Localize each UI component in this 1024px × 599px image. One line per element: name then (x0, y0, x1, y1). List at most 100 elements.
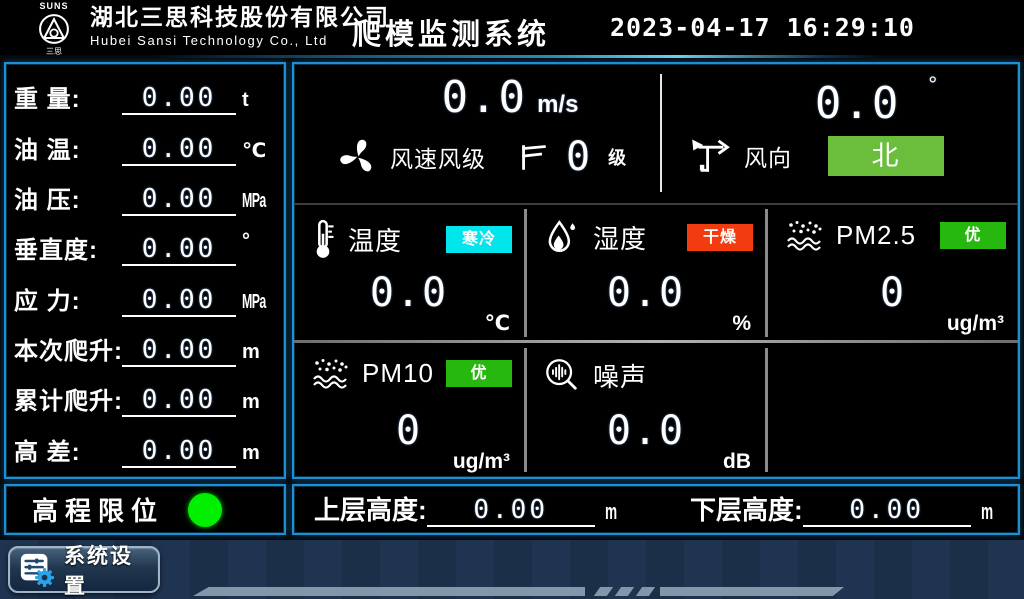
wind-section-divider (660, 74, 662, 192)
row-label: 高 差: (14, 432, 122, 470)
upper-height-unit: m (605, 499, 617, 529)
heights-box: 上层高度: 0.00 m 下层高度: 0.00 m (292, 484, 1020, 535)
sensor-status-badge: 干燥 (687, 224, 753, 251)
page-title: 爬模监测系统 (352, 11, 550, 53)
measurement-row-current-climb: 本次爬升: 0.00 m (14, 321, 276, 369)
particles-icon (784, 218, 824, 252)
wind-level-value: 0 (566, 134, 592, 180)
wind-level-unit: 级 (608, 144, 626, 170)
thermometer-icon (310, 218, 336, 260)
row-label: 油 温: (14, 130, 122, 168)
row-value: 0.00 (122, 83, 236, 115)
company-name: 湖北三思科技股份有限公司 Hubei Sansi Technology Co.,… (90, 5, 390, 48)
row-value: 0.00 (122, 234, 236, 266)
row-label: 垂直度: (14, 230, 122, 268)
company-logo: SUNS 三思 (24, 0, 84, 56)
row-value: 0.00 (122, 134, 236, 166)
elevation-limit-label: 高程限位 (6, 491, 164, 528)
measurement-row-oil-pressure: 油 压: 0.00 MPa (14, 170, 276, 218)
row-unit: MPa (242, 190, 266, 213)
sensor-cell-humidity: 湿度 干燥 0.0 % (527, 204, 765, 340)
system-settings-button[interactable]: 系统设置 (8, 546, 160, 593)
sensor-unit: ug/m³ (453, 450, 510, 474)
lower-height-group: 下层高度: 0.00 m (656, 490, 1000, 529)
logo-bottom-text: 三思 (24, 48, 84, 56)
row-unit: ℃ (242, 138, 276, 168)
footer-stripe-slash (636, 587, 655, 596)
company-name-cn: 湖北三思科技股份有限公司 (90, 5, 390, 30)
settings-gear-icon (19, 552, 55, 588)
row-value: 0.00 (122, 184, 236, 216)
sensor-label: 湿度 (593, 219, 647, 256)
datetime-display: 2023-04-17 16:29:10 (610, 13, 915, 42)
sensor-status-badge: 优 (446, 360, 512, 387)
sensor-cell-noise: 噪声 0.0 dB (527, 342, 765, 478)
wind-direction-number: 0.0 (815, 78, 900, 129)
wind-direction-badge: 北 (828, 136, 944, 176)
row-label: 累计爬升: (14, 381, 122, 419)
row-label: 油 压: (14, 180, 122, 218)
sensor-value: 0 (294, 408, 524, 454)
sansi-logo-icon (24, 11, 84, 47)
measurement-row-weight: 重 量: 0.00 t (14, 69, 276, 117)
wind-speed-value: 0.0m/s (360, 72, 660, 123)
row-unit: ° (242, 236, 276, 268)
sensor-value: 0.0 (527, 408, 765, 454)
row-value: 0.00 (122, 385, 236, 417)
header-divider (150, 55, 880, 58)
wind-direction-unit: ° (928, 72, 939, 97)
lower-height-value: 0.00 (803, 495, 971, 527)
sensor-unit: ℃ (485, 311, 510, 336)
row-value: 0.00 (122, 335, 236, 367)
row-label: 应 力: (14, 281, 122, 319)
row-unit: m (242, 391, 276, 419)
sensor-label: PM2.5 (836, 220, 916, 251)
wind-level-icon (516, 140, 550, 174)
row-unit: m (242, 442, 276, 470)
footer-stripe-slash (594, 587, 613, 596)
wind-direction-row: 风向 北 (690, 136, 944, 176)
wind-speed-label: 风速风级 (390, 140, 486, 174)
sensor-value: 0.0 (527, 270, 765, 316)
sensor-status-badge: 优 (940, 222, 1006, 249)
footer-stripe (660, 587, 844, 596)
settings-button-label: 系统设置 (64, 540, 149, 599)
sensor-cell-empty (768, 342, 1018, 478)
wind-direction-value: 0.0 ° (762, 72, 992, 129)
footer-stripe-slash (615, 587, 634, 596)
row-label: 重 量: (14, 79, 122, 117)
humidity-drop-icon (543, 218, 581, 256)
fan-icon (336, 135, 380, 179)
sensor-label: 噪声 (593, 357, 647, 394)
upper-height-value: 0.00 (427, 495, 595, 527)
wind-vane-icon (690, 136, 734, 176)
footer-stripe (193, 587, 585, 596)
noise-icon (543, 356, 581, 394)
row-unit: t (242, 89, 276, 117)
row-label: 本次爬升: (14, 331, 122, 369)
measurement-row-total-climb: 累计爬升: 0.00 m (14, 371, 276, 419)
row-unit: MPa (242, 291, 266, 314)
measurement-panel: 重 量: 0.00 t 油 温: 0.00 ℃ 油 压: 0.00 MPa 垂直… (4, 62, 286, 479)
sensor-cell-temperature: 温度 寒冷 0.0 ℃ (294, 204, 524, 340)
sensor-cell-pm10: PM10 优 0 ug/m³ (294, 342, 524, 478)
company-name-en: Hubei Sansi Technology Co., Ltd (90, 33, 390, 48)
lower-height-label: 下层高度: (690, 490, 803, 529)
status-light (188, 493, 222, 527)
particles-icon (310, 356, 350, 390)
environment-panel: 0.0m/s 风速风级 (292, 62, 1020, 479)
logo-top-text: SUNS (24, 2, 84, 11)
header-bar: SUNS 三思 湖北三思科技股份有限公司 Hubei Sansi Technol… (0, 0, 1024, 55)
upper-height-label: 上层高度: (314, 490, 427, 529)
row-value: 0.00 (122, 285, 236, 317)
sensor-value: 0.0 (294, 270, 524, 316)
sensor-unit: % (732, 312, 751, 336)
sensor-value: 0 (768, 270, 1018, 316)
sensor-cell-pm25: PM2.5 优 0 ug/m³ (768, 204, 1018, 340)
upper-height-group: 上层高度: 0.00 m (312, 490, 656, 529)
measurement-row-stress: 应 力: 0.00 MPa (14, 271, 276, 319)
wind-speed-number: 0.0 (442, 72, 527, 123)
row-unit: m (242, 341, 276, 369)
sensor-label: 温度 (348, 221, 402, 258)
measurement-row-verticality: 垂直度: 0.00 ° (14, 220, 276, 268)
